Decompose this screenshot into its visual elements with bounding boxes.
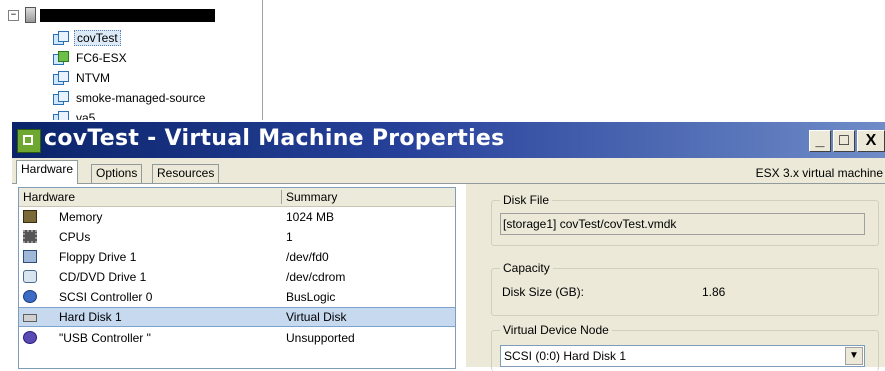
tree-vm-label: va5 — [76, 111, 96, 120]
hardware-row-memory[interactable]: Memory 1024 MB — [19, 207, 455, 227]
cdrom-icon — [23, 270, 37, 283]
hardware-name: CPUs — [59, 230, 91, 244]
tab-bar: Hardware Options Resources ESX 3.x virtu… — [12, 158, 885, 184]
hardware-row-floppy[interactable]: Floppy Drive 1 /dev/fd0 — [19, 247, 455, 267]
vm-properties-icon — [17, 129, 41, 153]
column-header-hardware[interactable]: Hardware — [23, 189, 75, 205]
tree-vm-covtest[interactable]: covTest — [53, 29, 121, 47]
vm-properties-dialog: covTest - Virtual Machine Properties _ □… — [12, 122, 885, 371]
tab-resources[interactable]: Resources — [152, 164, 220, 183]
disk-size-value: 1.86 — [702, 285, 726, 299]
tree-vm-va5[interactable]: va5 — [53, 109, 97, 120]
hardware-summary: /dev/fd0 — [286, 250, 329, 264]
hardware-row-cdrom[interactable]: CD/DVD Drive 1 /dev/cdrom — [19, 267, 455, 287]
hardware-list: Hardware Summary Memory 1024 MB CPUs 1 F… — [18, 187, 456, 369]
esx-version-label: ESX 3.x virtual machine — [755, 166, 883, 180]
disk-file-field[interactable]: [storage1] covTest/covTest.vmdk — [500, 213, 865, 235]
tab-options[interactable]: Options — [91, 164, 143, 183]
tree-vm-label: FC6-ESX — [76, 51, 127, 65]
tree-vm-smoke-managed-source[interactable]: smoke-managed-source — [53, 89, 207, 107]
tree-vm-label: NTVM — [76, 71, 110, 85]
hardware-name: Floppy Drive 1 — [59, 250, 137, 264]
vm-powered-on-icon — [53, 51, 69, 65]
hardware-row-cpus[interactable]: CPUs 1 — [19, 227, 455, 247]
cpu-icon — [23, 230, 37, 243]
hardware-summary: 1024 MB — [286, 210, 335, 224]
tree-host-node[interactable]: − — [8, 7, 215, 23]
tree-vm-label: smoke-managed-source — [76, 91, 206, 105]
vm-icon — [53, 111, 69, 120]
inventory-tree: − covTest FC6-ESX NTVM smoke-managed-sou… — [0, 0, 263, 120]
hardware-summary: Unsupported — [286, 331, 355, 345]
tree-vm-fc6-esx[interactable]: FC6-ESX — [53, 49, 129, 67]
disk-size-label: Disk Size (GB): — [502, 285, 585, 299]
capacity-group: Capacity Disk Size (GB): 1.86 — [491, 261, 879, 316]
virtual-device-node-legend: Virtual Device Node — [500, 323, 612, 337]
tree-vm-label: covTest — [74, 30, 121, 46]
hardware-list-header: Hardware Summary — [19, 188, 455, 207]
hardware-row-usb[interactable]: "USB Controller " Unsupported — [19, 328, 455, 348]
harddisk-icon — [23, 314, 37, 322]
usb-icon — [23, 331, 37, 344]
title-bar[interactable]: covTest - Virtual Machine Properties _ □… — [12, 122, 885, 158]
close-button[interactable]: X — [857, 130, 885, 152]
hardware-row-scsi[interactable]: SCSI Controller 0 BusLogic — [19, 287, 455, 307]
vm-icon — [53, 91, 69, 105]
hardware-summary: Virtual Disk — [286, 310, 347, 324]
capacity-legend: Capacity — [500, 261, 553, 275]
virtual-device-node-value: SCSI (0:0) Hard Disk 1 — [504, 349, 627, 363]
redacted-host-name — [40, 8, 215, 22]
virtual-device-node-select[interactable]: SCSI (0:0) Hard Disk 1 ▼ — [500, 345, 865, 367]
hardware-row-harddisk[interactable]: Hard Disk 1 Virtual Disk — [19, 307, 455, 327]
host-icon — [25, 7, 36, 23]
floppy-icon — [23, 250, 37, 263]
hardware-name: Memory — [59, 210, 103, 224]
hardware-name: "USB Controller " — [59, 331, 151, 345]
minimize-button[interactable]: _ — [809, 130, 831, 152]
column-header-summary[interactable]: Summary — [286, 189, 337, 205]
vm-icon — [53, 31, 69, 45]
collapse-icon[interactable]: − — [8, 9, 19, 21]
virtual-device-node-group: Virtual Device Node SCSI (0:0) Hard Disk… — [491, 323, 879, 371]
hardware-summary: BusLogic — [286, 290, 336, 304]
hardware-summary: /dev/cdrom — [286, 270, 346, 284]
hardware-name: Hard Disk 1 — [59, 310, 122, 324]
disk-file-legend: Disk File — [500, 193, 553, 207]
disk-file-group: Disk File [storage1] covTest/covTest.vmd… — [491, 193, 879, 246]
dialog-title: covTest - Virtual Machine Properties — [44, 126, 505, 151]
tab-hardware[interactable]: Hardware — [16, 160, 79, 184]
hardware-name: CD/DVD Drive 1 — [59, 270, 147, 284]
maximize-button[interactable]: □ — [833, 130, 855, 152]
dropdown-arrow-icon[interactable]: ▼ — [845, 347, 863, 365]
hardware-pane: Hardware Summary Memory 1024 MB CPUs 1 F… — [12, 183, 885, 371]
scsi-icon — [23, 290, 37, 303]
memory-icon — [23, 210, 37, 223]
hardware-summary: 1 — [286, 230, 293, 244]
hardware-name: SCSI Controller 0 — [59, 290, 153, 304]
tree-vm-ntvm[interactable]: NTVM — [53, 69, 112, 87]
vm-icon — [53, 71, 69, 85]
